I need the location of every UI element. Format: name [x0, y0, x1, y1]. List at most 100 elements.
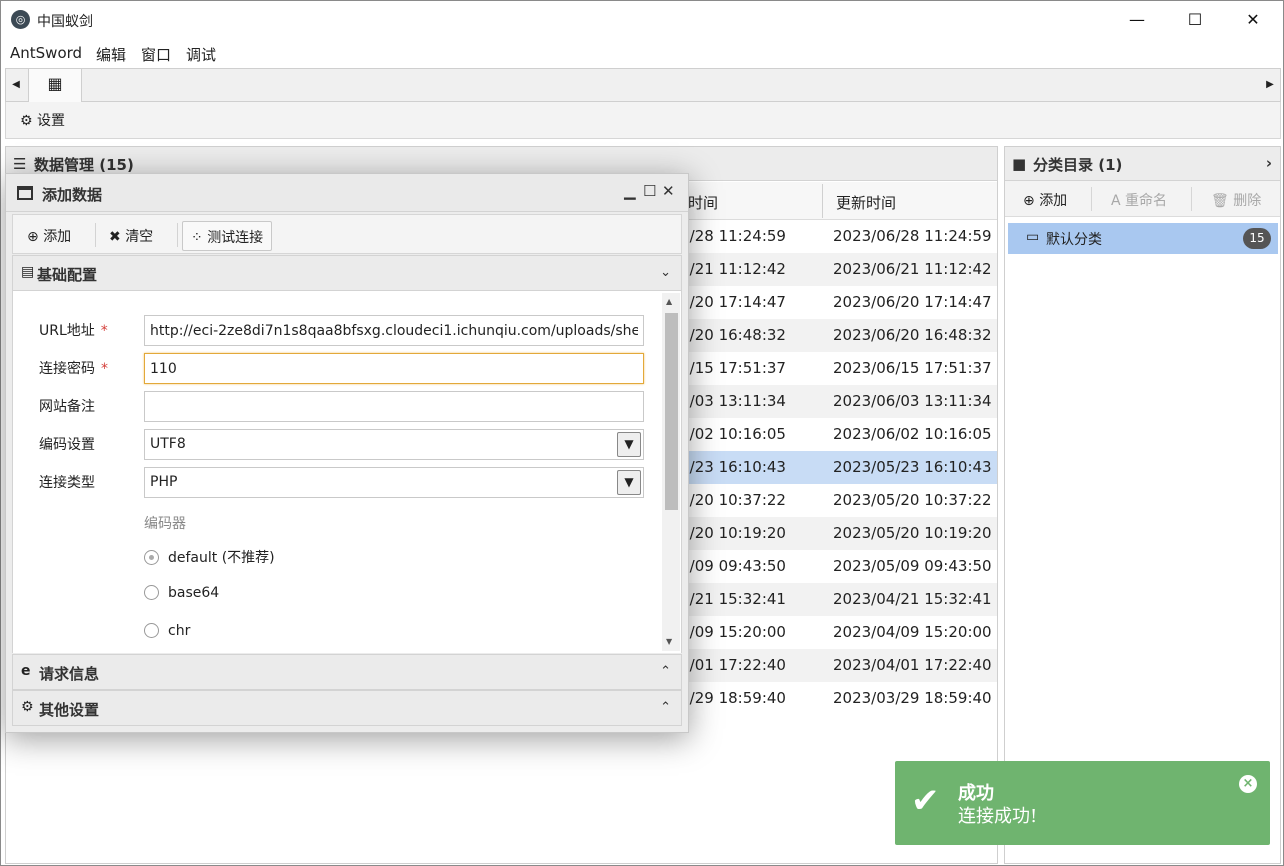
- edge-icon: e: [21, 663, 31, 679]
- category-panel-title: 分类目录 (1): [1033, 156, 1123, 174]
- antsword-logo-icon: ◎: [11, 10, 30, 29]
- column-divider: [822, 184, 823, 218]
- cell-updated: 2023/05/20 10:37:22: [833, 491, 992, 509]
- type-select[interactable]: PHP ▼: [144, 467, 644, 498]
- font-icon: A: [1111, 193, 1121, 209]
- category-delete-label: 删除: [1233, 193, 1262, 209]
- encoder-option-label: default (不推荐): [168, 550, 275, 566]
- window-icon: [17, 186, 33, 200]
- minimize-button[interactable]: —: [1108, 1, 1166, 39]
- chevron-right-icon[interactable]: ›: [1266, 154, 1272, 172]
- encoding-value: UTF8: [150, 436, 186, 452]
- cell-updated: 2023/06/28 11:24:59: [833, 227, 992, 245]
- folder-outline-icon: ▭: [1026, 229, 1040, 245]
- dialog-add-button[interactable]: ⊕ 添加: [19, 221, 79, 251]
- dialog-header: 添加数据 ▁ ☐ ✕: [6, 174, 688, 212]
- folder-icon: ■: [1012, 155, 1027, 173]
- section-request-title: 请求信息: [39, 665, 100, 683]
- toolbar-divider: [177, 223, 178, 247]
- title-bar: ◎ 中国蚁剑 — ☐ ✕: [1, 1, 1283, 39]
- section-other-settings[interactable]: ⚙ 其他设置 ⌃: [12, 690, 682, 726]
- app-window: ◎ 中国蚁剑 — ☐ ✕ AntSword 编辑 窗口 调试 ◀ ▦ ▶ ⚙ 设…: [0, 0, 1284, 866]
- dialog-clear-button[interactable]: ✖ 清空: [101, 221, 161, 251]
- plus-circle-icon: ⊕: [1023, 193, 1035, 209]
- tab-scroll-right-icon[interactable]: ▶: [1260, 69, 1280, 101]
- menu-bar: AntSword 编辑 窗口 调试: [1, 39, 1283, 66]
- toast-close-icon[interactable]: ×: [1239, 775, 1257, 793]
- radio-icon: [144, 623, 159, 638]
- dialog-close-icon[interactable]: ✕: [662, 182, 675, 200]
- menu-edit[interactable]: 编辑: [96, 44, 126, 65]
- tab-home[interactable]: ▦: [28, 68, 82, 102]
- encoder-option-default[interactable]: default (不推荐): [144, 547, 275, 567]
- list-icon: ☰: [13, 155, 27, 173]
- note-input[interactable]: [144, 391, 644, 422]
- dialog-title: 添加数据: [42, 186, 103, 204]
- menu-debug[interactable]: 调试: [186, 44, 216, 65]
- encoding-select[interactable]: UTF8 ▼: [144, 429, 644, 460]
- scrollbar-thumb[interactable]: [665, 313, 678, 510]
- category-add-button[interactable]: ⊕ 添加: [1023, 190, 1067, 210]
- dialog-maximize-icon[interactable]: ☐: [643, 182, 656, 200]
- gear-icon: ⚙: [20, 113, 33, 129]
- cell-updated: 2023/06/03 13:11:34: [833, 392, 992, 410]
- category-item-default[interactable]: ▭ 默认分类 15: [1008, 223, 1278, 254]
- scroll-down-icon[interactable]: ▼: [666, 637, 672, 646]
- main-toolbar: ⚙ 设置: [5, 102, 1281, 139]
- document-icon: ▤: [21, 264, 35, 280]
- category-delete-button[interactable]: 🗑 删除: [1211, 190, 1261, 210]
- encoder-option-label: base64: [168, 585, 220, 601]
- section-request-info[interactable]: e 请求信息 ⌃: [12, 654, 682, 690]
- dialog-minimize-icon[interactable]: ▁: [624, 182, 636, 200]
- checkmark-icon: ✔: [911, 781, 940, 821]
- basic-config-form: URL地址 * 连接密码 * 网站备注 编码设置 UTF8 ▼ 连接类型 PHP ▼…: [12, 291, 682, 653]
- toolbar-divider: [95, 223, 96, 247]
- category-toolbar: ⊕ 添加 A 重命名 🗑 删除: [1005, 181, 1280, 217]
- dialog-clear-label: 清空: [125, 229, 154, 245]
- password-label: 连接密码 *: [39, 358, 108, 378]
- data-panel-title: 数据管理 (15): [34, 156, 134, 174]
- toolbar-divider: [1091, 187, 1092, 211]
- test-connection-label: 测试连接: [207, 230, 264, 246]
- cell-updated: 2023/04/21 15:32:41: [833, 590, 992, 608]
- cell-updated: 2023/06/20 16:48:32: [833, 326, 992, 344]
- type-label: 连接类型: [39, 475, 95, 491]
- cell-updated: 2023/05/23 16:10:43: [833, 458, 992, 476]
- encoder-option-base64[interactable]: base64: [144, 585, 219, 601]
- category-rename-label: 重命名: [1125, 193, 1168, 209]
- password-input[interactable]: [144, 353, 644, 384]
- settings-button[interactable]: ⚙ 设置: [20, 110, 65, 130]
- window-title: 中国蚁剑: [37, 14, 93, 30]
- test-connection-button[interactable]: ⁘ 测试连接: [182, 221, 273, 251]
- encoding-label: 编码设置: [39, 437, 95, 453]
- url-input[interactable]: [144, 315, 644, 346]
- chevron-up-icon: ⌃: [660, 700, 671, 715]
- encoder-option-chr[interactable]: chr: [144, 623, 190, 639]
- section-basic-config[interactable]: ▤ 基础配置 ⌄: [12, 255, 682, 291]
- toast-message: 连接成功!: [958, 806, 1038, 827]
- section-other-title: 其他设置: [39, 701, 100, 719]
- menu-window[interactable]: 窗口: [141, 44, 171, 65]
- gears-icon: ⚙: [21, 699, 34, 715]
- chevron-up-icon: ⌃: [660, 664, 671, 679]
- grid-icon: ▦: [47, 74, 63, 93]
- settings-label: 设置: [37, 113, 66, 129]
- maximize-button[interactable]: ☐: [1166, 1, 1224, 39]
- url-label: URL地址 *: [39, 320, 108, 340]
- cell-updated: 2023/05/20 10:19:20: [833, 524, 992, 542]
- spinner-icon: ⁘: [191, 230, 203, 246]
- form-scrollbar[interactable]: ▲ ▼: [662, 293, 680, 651]
- dialog-add-label: 添加: [43, 229, 72, 245]
- category-panel: ■ 分类目录 (1) › ⊕ 添加 A 重命名 🗑 删除 ▭ 默认分类 15: [1004, 146, 1281, 864]
- section-basic-title: 基础配置: [37, 266, 98, 284]
- column-updated[interactable]: 更新时间: [836, 192, 896, 213]
- close-button[interactable]: ✕: [1224, 1, 1282, 39]
- cell-updated: 2023/06/21 11:12:42: [833, 260, 992, 278]
- scroll-up-icon[interactable]: ▲: [666, 297, 672, 306]
- menu-antsword[interactable]: AntSword: [10, 44, 82, 62]
- password-label-text: 连接密码: [39, 361, 95, 377]
- tab-scroll-left-icon[interactable]: ◀: [6, 69, 26, 101]
- radio-icon: [144, 550, 159, 565]
- category-rename-button[interactable]: A 重命名: [1111, 190, 1167, 210]
- category-add-label: 添加: [1039, 193, 1068, 209]
